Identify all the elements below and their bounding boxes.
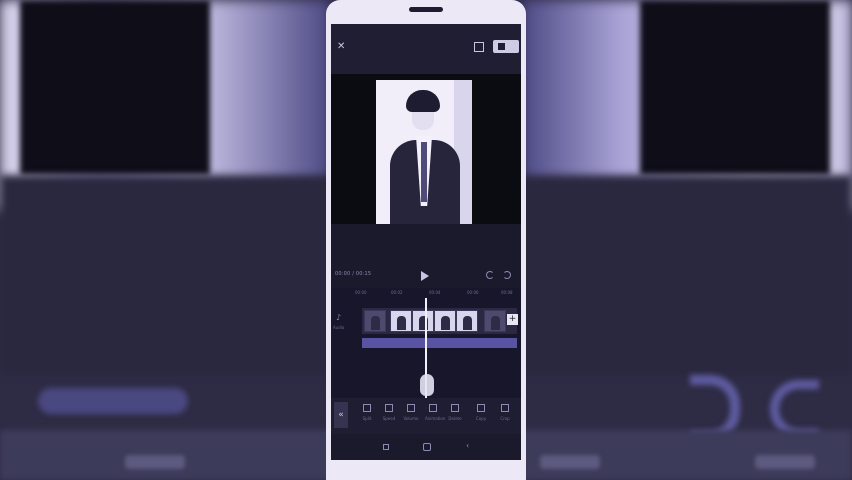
tool-delete[interactable]: Delete <box>447 404 463 428</box>
speed-icon <box>385 404 393 412</box>
background-panel-right <box>640 0 830 175</box>
audio-icon[interactable]: ♪ <box>336 314 344 322</box>
delete-icon <box>451 404 459 412</box>
clip-frame <box>364 310 386 332</box>
audio-label: Audio <box>333 325 345 330</box>
tool-label: Crop <box>500 416 510 421</box>
tool-split[interactable]: Split <box>359 404 375 428</box>
playback-controls: 00:00 / 00:15 <box>331 266 521 288</box>
crop-icon <box>501 404 509 412</box>
export-icon <box>498 43 505 50</box>
tool-label: Speed <box>382 416 396 421</box>
system-navbar: ‹ <box>331 434 521 460</box>
tool-speed[interactable]: Speed <box>381 404 397 428</box>
export-button[interactable] <box>493 40 519 53</box>
tool-animation[interactable]: Animation <box>425 404 446 428</box>
video-clip[interactable] <box>362 308 517 334</box>
photo-hair <box>406 90 440 112</box>
recent-apps-icon[interactable] <box>383 444 389 450</box>
background-panel-left <box>20 0 210 175</box>
editor-screen: ✕ 00:00 / 00:15 00:00 00:02 00:04 00:06 … <box>331 24 521 460</box>
clip-frame <box>412 310 434 332</box>
background-chip <box>755 455 815 469</box>
close-icon[interactable]: ✕ <box>337 42 347 52</box>
ruler-tick: 00:00 <box>355 290 367 295</box>
back-icon[interactable]: ‹ <box>466 442 469 450</box>
background-chip <box>540 455 600 469</box>
timeline[interactable]: 00:00 00:02 00:04 00:06 00:08 ♪ Audio + <box>331 288 521 398</box>
tool-label: Animation <box>425 416 446 421</box>
tool-label: Volume <box>403 416 419 421</box>
background-chip <box>125 455 185 469</box>
clip-frame <box>484 310 506 332</box>
tool-label: Split <box>362 416 372 421</box>
photo-tie <box>421 142 427 202</box>
collapse-button[interactable]: « <box>334 402 348 428</box>
undo-icon[interactable] <box>486 271 494 279</box>
fullscreen-icon[interactable] <box>474 42 484 52</box>
copy-icon <box>477 404 485 412</box>
clip-frame <box>434 310 456 332</box>
ruler-tick: 00:04 <box>429 290 441 295</box>
phone-frame: ✕ 00:00 / 00:15 00:00 00:02 00:04 00:06 … <box>326 0 526 480</box>
music-track[interactable] <box>362 338 517 348</box>
clip-frame <box>390 310 412 332</box>
editor-topbar: ✕ <box>331 24 521 74</box>
tool-label: Delete <box>448 416 462 421</box>
preview-photo <box>376 80 472 224</box>
tool-copy[interactable]: Copy <box>473 404 489 428</box>
tool-crop[interactable]: Crop <box>497 404 513 428</box>
play-icon[interactable] <box>421 271 429 281</box>
volume-icon <box>407 404 415 412</box>
redo-icon[interactable] <box>503 271 511 279</box>
preview-canvas[interactable] <box>331 74 521 224</box>
edit-toolbar: « Split Speed Volume Animation Delete Co… <box>331 398 521 434</box>
timecode: 00:00 / 00:15 <box>335 271 372 277</box>
clip-frame <box>456 310 478 332</box>
ruler-tick: 00:08 <box>501 290 513 295</box>
tool-volume[interactable]: Volume <box>403 404 419 428</box>
timeline-ruler: 00:00 00:02 00:04 00:06 00:08 <box>331 288 521 298</box>
home-icon[interactable] <box>423 443 431 451</box>
ruler-tick: 00:02 <box>391 290 403 295</box>
touch-indicator <box>420 374 434 396</box>
phone-speaker <box>409 7 443 12</box>
background-pill <box>38 388 188 414</box>
tool-label: Copy <box>475 416 487 421</box>
split-icon <box>363 404 371 412</box>
animation-icon <box>429 404 437 412</box>
add-clip-button[interactable]: + <box>507 314 518 325</box>
ruler-tick: 00:06 <box>467 290 479 295</box>
